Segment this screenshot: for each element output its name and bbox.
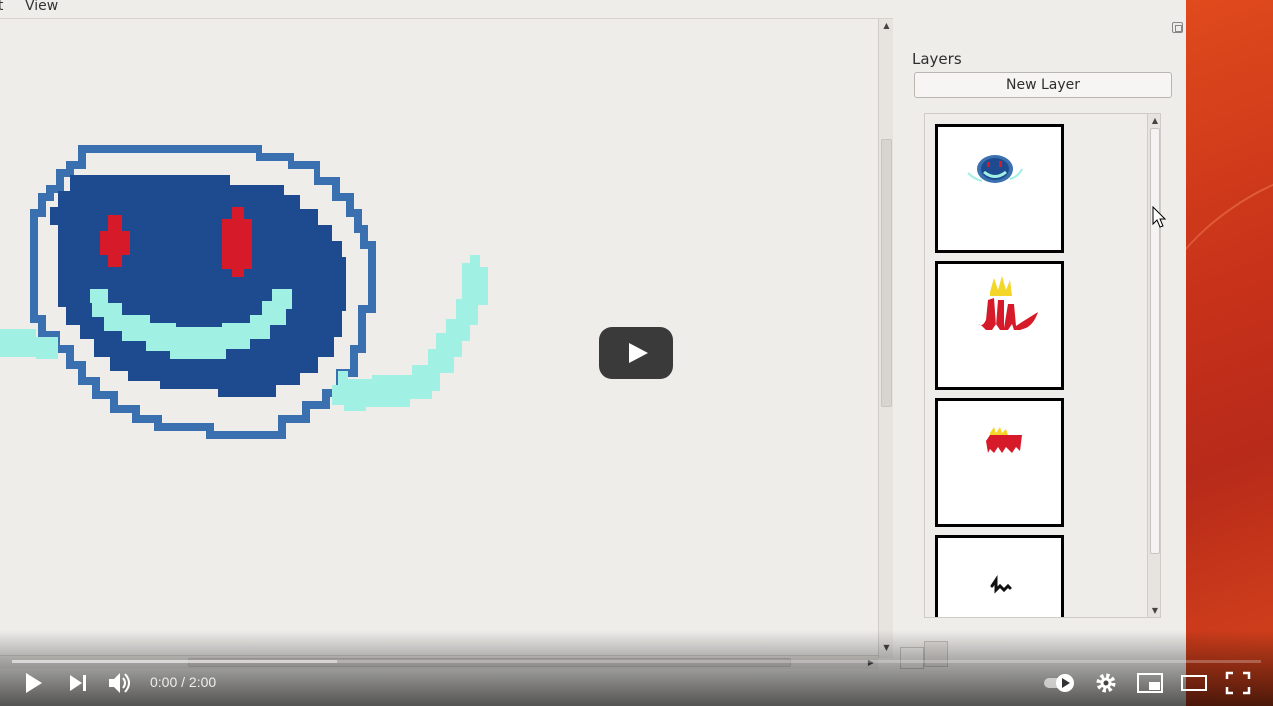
- autoplay-toggle[interactable]: [1042, 670, 1076, 696]
- progress-loaded: [12, 660, 337, 663]
- layer-thumbnail[interactable]: [935, 535, 1064, 617]
- drawing-canvas[interactable]: [0, 19, 878, 655]
- layers-dock-title: Layers: [912, 50, 962, 68]
- fullscreen-button[interactable]: [1224, 670, 1254, 696]
- layer-scroll-up-icon[interactable]: ▲: [1148, 114, 1160, 127]
- settings-gear-icon: [1096, 673, 1116, 693]
- layer-1-preview: [967, 155, 1023, 183]
- video-controls: 0:00 / 2:00: [0, 630, 1273, 706]
- layer-thumbnail[interactable]: [935, 261, 1064, 390]
- menu-edit[interactable]: it: [0, 0, 3, 14]
- play-button[interactable]: [20, 670, 50, 696]
- menu-view[interactable]: View: [25, 0, 58, 14]
- layer-thumbnail[interactable]: [935, 124, 1064, 253]
- layer-thumbnail[interactable]: [935, 398, 1064, 527]
- miniplayer-button[interactable]: [1136, 670, 1166, 696]
- fullscreen-icon: [1225, 671, 1251, 695]
- next-button[interactable]: [64, 670, 94, 696]
- progress-bar[interactable]: [12, 660, 1261, 663]
- layer-4-preview: [990, 575, 1012, 594]
- play-icon: [26, 673, 42, 693]
- canvas-vertical-scroll-thumb[interactable]: [881, 139, 892, 407]
- volume-button[interactable]: [106, 670, 136, 696]
- settings-button[interactable]: [1092, 670, 1122, 696]
- dock-float-icon[interactable]: [1172, 22, 1183, 33]
- layers-dock: Layers New Layer ▲ ▼: [895, 19, 1186, 659]
- mouse-cursor-icon: [1152, 206, 1167, 228]
- menu-bar: it View: [0, 0, 1186, 18]
- desktop-wallpaper: [1186, 0, 1273, 706]
- big-play-button[interactable]: [599, 327, 673, 379]
- pixel-drawing: [0, 145, 488, 439]
- next-icon: [70, 675, 86, 691]
- layer-2-preview: [978, 276, 1038, 330]
- paint-app-window: it View ▲ ▼ ▶ Layers N: [0, 0, 1186, 706]
- theater-mode-icon: [1181, 675, 1207, 691]
- new-layer-button[interactable]: New Layer: [914, 72, 1172, 98]
- miniplayer-icon: [1137, 673, 1163, 693]
- layer-list-scroll-thumb[interactable]: [1150, 128, 1160, 554]
- volume-icon: [109, 673, 130, 693]
- layer-list-scrollbar[interactable]: ▲ ▼: [1147, 114, 1160, 617]
- theater-mode-button[interactable]: [1180, 670, 1210, 696]
- scroll-up-arrow-icon[interactable]: ▲: [879, 19, 894, 33]
- layer-list: ▲ ▼: [924, 113, 1161, 618]
- layer-scroll-down-icon[interactable]: ▼: [1148, 604, 1160, 617]
- canvas-vertical-scrollbar[interactable]: ▲ ▼: [878, 19, 893, 658]
- layer-3-preview: [986, 427, 1022, 453]
- autoplay-toggle-icon: [1044, 674, 1074, 692]
- time-display: 0:00 / 2:00: [150, 674, 217, 690]
